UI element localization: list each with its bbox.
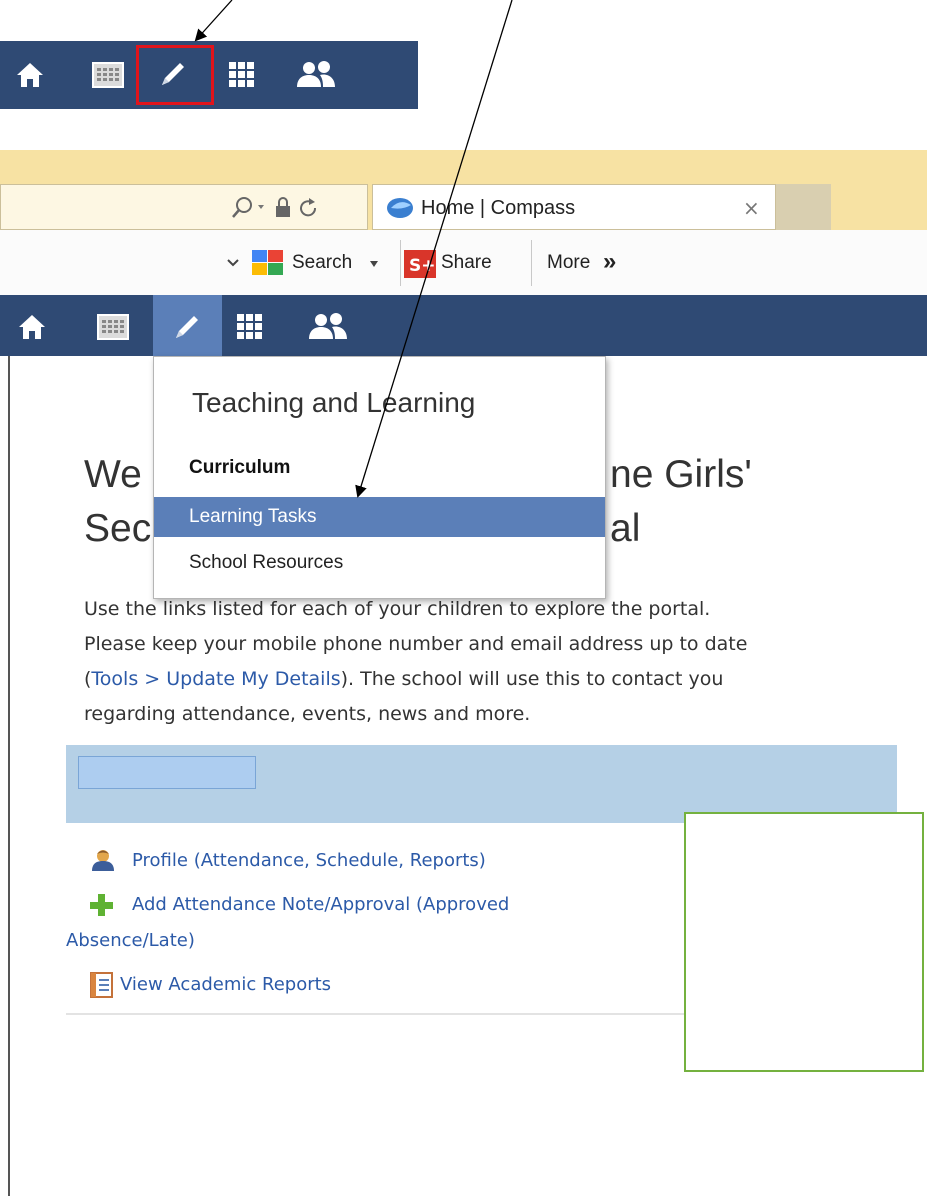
intro-line: (Tools > Update My Details). The school … xyxy=(84,662,904,697)
menu-section-curriculum: Curriculum xyxy=(189,457,291,478)
google-logo-icon xyxy=(252,250,283,275)
people-icon[interactable] xyxy=(290,53,342,95)
attendance-note-link-cont[interactable]: Absence/Late) xyxy=(66,930,195,951)
profile-link[interactable]: Profile (Attendance, Schedule, Reports) xyxy=(132,850,486,871)
intro-text: ). The school will use this to contact y… xyxy=(340,668,724,690)
window-left-border xyxy=(8,356,10,1196)
home-icon[interactable] xyxy=(10,55,50,95)
teaching-learning-menu: Teaching and Learning Curriculum Learnin… xyxy=(153,356,606,599)
welcome-heading-line2-left: Sec xyxy=(84,507,152,550)
intro-paragraph: Use the links listed for each of your ch… xyxy=(84,592,904,732)
pencil-icon[interactable] xyxy=(165,305,209,349)
browser-toolbar: Search S+ Share More » xyxy=(0,230,927,296)
menu-item-school-resources[interactable]: School Resources xyxy=(154,543,605,583)
grid-icon[interactable] xyxy=(230,307,270,347)
welcome-heading-line2-right: al xyxy=(610,507,641,550)
more-chevrons-icon: » xyxy=(603,248,617,275)
share-button[interactable]: Share xyxy=(441,252,492,274)
search-dropdown-icon[interactable] xyxy=(369,260,379,268)
child-name-tab[interactable] xyxy=(78,756,256,789)
plus-icon xyxy=(90,894,113,916)
address-bar[interactable] xyxy=(0,184,368,230)
empty-side-panel xyxy=(684,812,924,1072)
menu-title: Teaching and Learning xyxy=(192,387,476,418)
panel-divider xyxy=(66,1013,686,1015)
pencil-icon[interactable] xyxy=(152,53,194,95)
new-tab-stub[interactable] xyxy=(776,184,831,230)
tab-close-icon[interactable]: × xyxy=(743,196,760,220)
welcome-heading-line1-left: We xyxy=(84,453,142,496)
calendar-icon[interactable] xyxy=(88,55,128,95)
people-icon[interactable] xyxy=(302,305,354,347)
chevron-down-icon[interactable] xyxy=(226,258,240,268)
search-button[interactable]: Search xyxy=(292,252,352,274)
intro-line: regarding attendance, events, news and m… xyxy=(84,703,531,725)
svg-text:S+: S+ xyxy=(409,256,436,276)
more-button[interactable]: More xyxy=(547,252,590,274)
attendance-note-link[interactable]: Add Attendance Note/Approval (Approved xyxy=(132,894,509,915)
menu-item-learning-tasks[interactable]: Learning Tasks xyxy=(154,497,605,537)
tab-title: Home | Compass xyxy=(421,197,576,219)
calendar-icon[interactable] xyxy=(93,307,133,347)
nav-strip-zoomed xyxy=(0,41,418,109)
compass-favicon-icon xyxy=(387,198,413,218)
report-icon xyxy=(90,972,113,998)
menu-item-label: School Resources xyxy=(189,552,344,573)
profile-icon xyxy=(92,850,114,871)
academic-reports-link[interactable]: View Academic Reports xyxy=(120,974,331,995)
update-details-link[interactable]: Tools > Update My Details xyxy=(91,668,340,690)
grid-icon[interactable] xyxy=(222,55,262,95)
menu-item-label: Learning Tasks xyxy=(189,506,317,527)
main-nav-bar xyxy=(0,295,927,356)
browser-tab[interactable]: Home | Compass × xyxy=(372,184,776,230)
home-icon[interactable] xyxy=(12,307,52,347)
toolbar-divider xyxy=(531,240,532,286)
welcome-heading-line1-right: ne Girls' xyxy=(610,453,752,496)
intro-line: Please keep your mobile phone number and… xyxy=(84,633,748,655)
toolbar-divider xyxy=(400,240,401,286)
share-logo-icon: S+ xyxy=(404,250,436,278)
arrow-to-pencil xyxy=(194,0,233,42)
